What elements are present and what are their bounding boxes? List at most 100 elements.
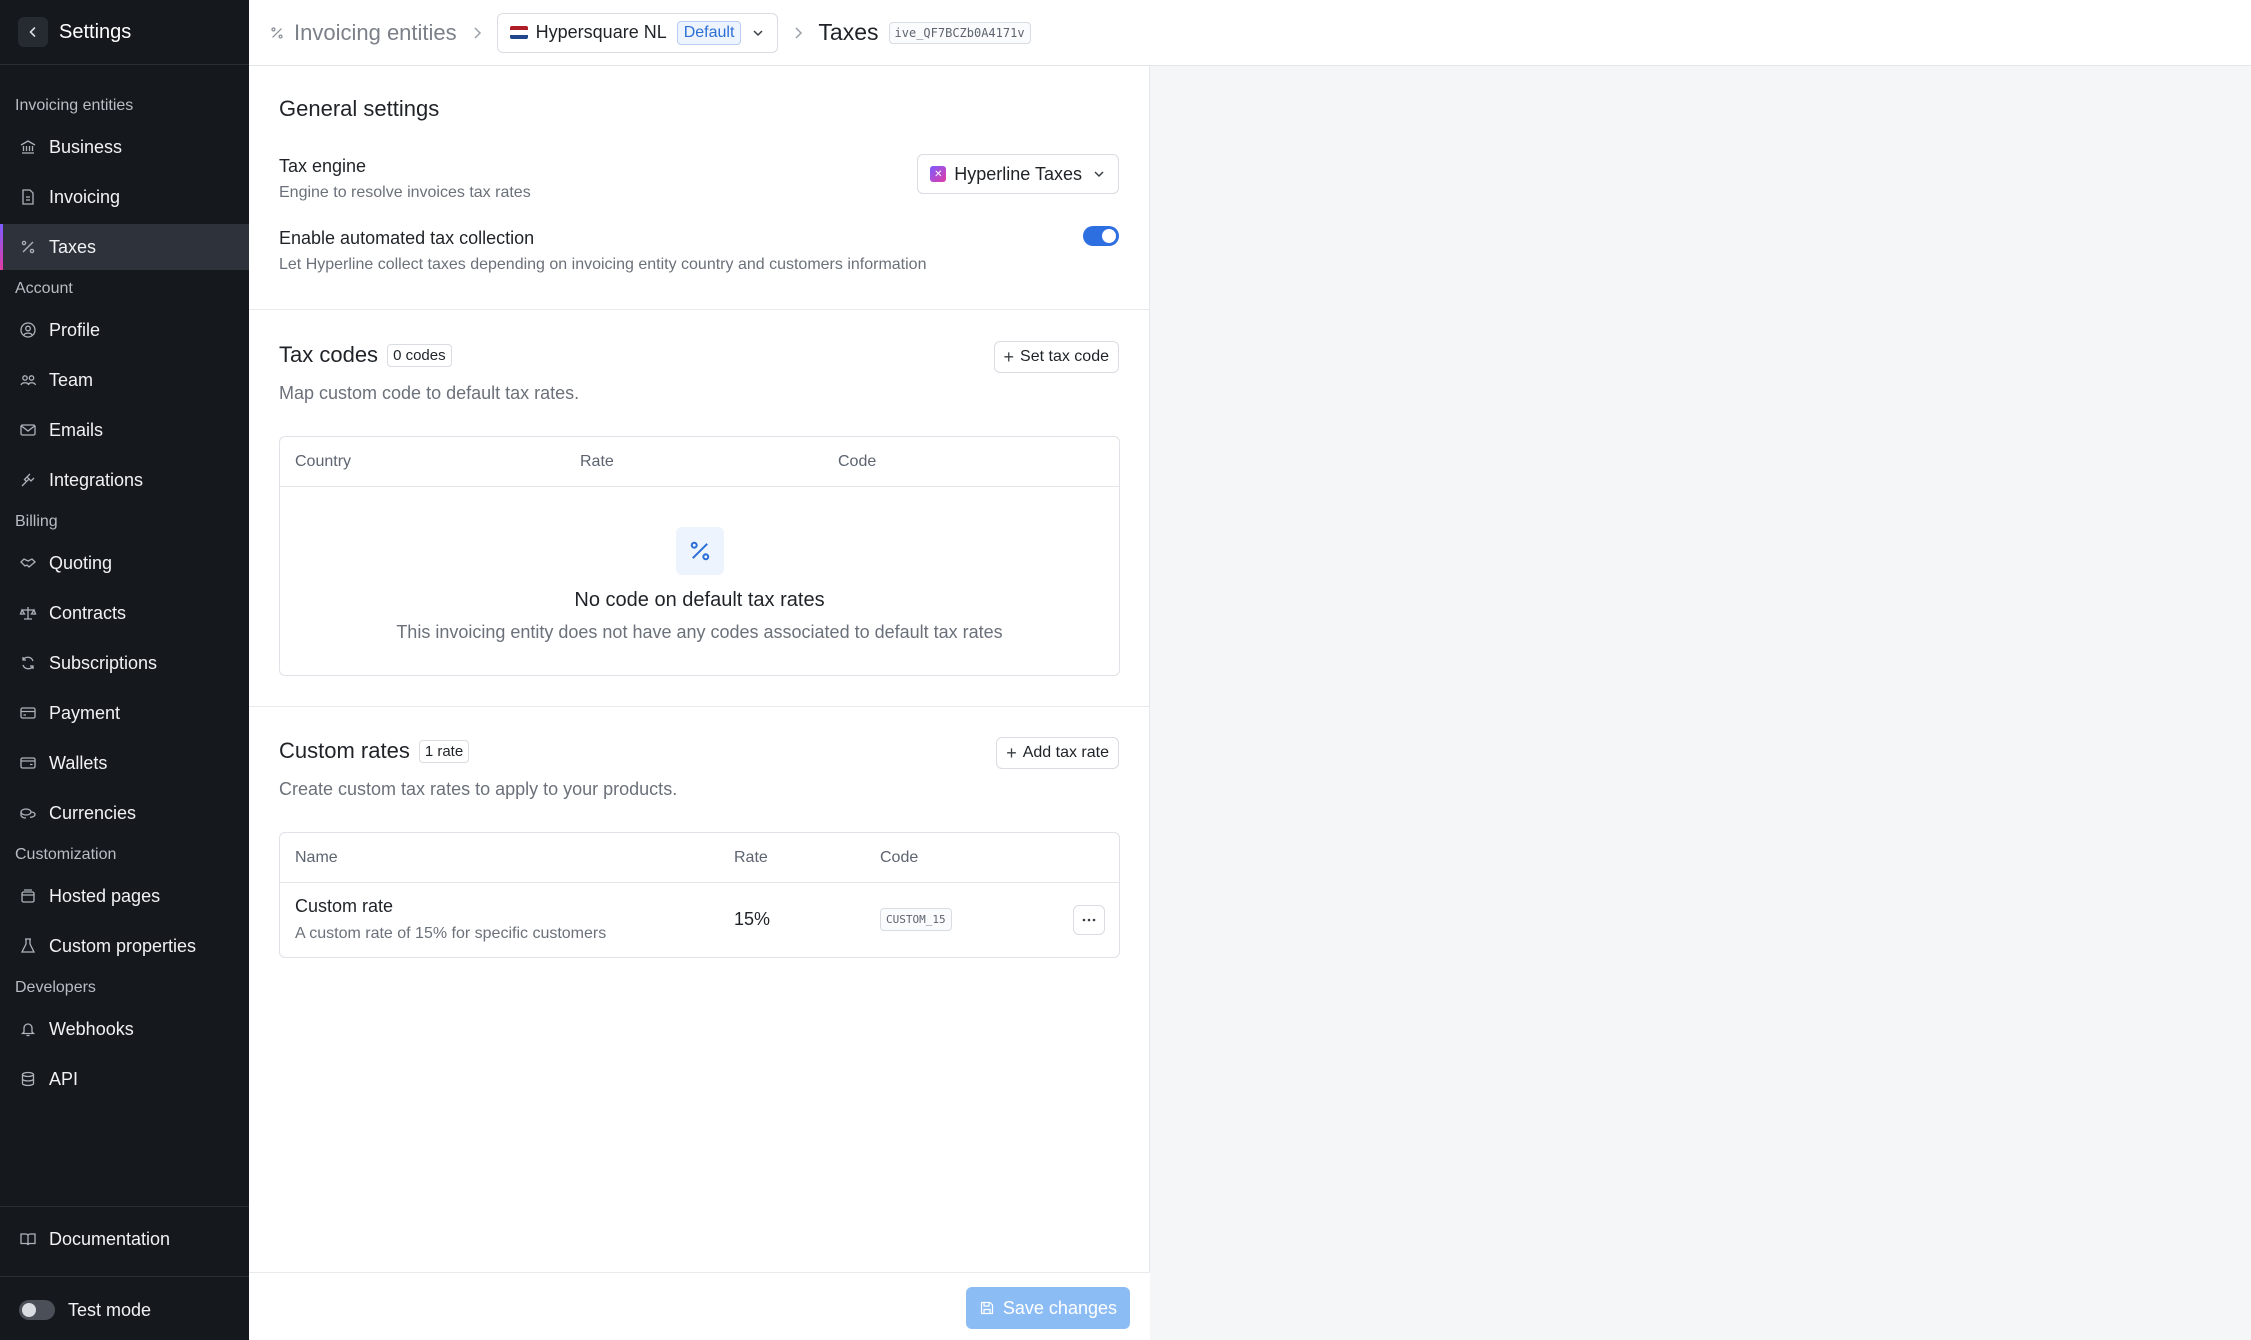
test-mode-row[interactable]: Test mode (0, 1287, 249, 1333)
sidebar-item-label: Documentation (49, 1228, 171, 1249)
plug-icon (19, 471, 37, 489)
test-mode-label: Test mode (68, 1299, 152, 1320)
save-changes-label: Save changes (1002, 1297, 1117, 1318)
empty-state-description: This invoicing entity does not have any … (396, 622, 1003, 642)
sidebar-section-billing: Billing (15, 513, 58, 530)
rate-code-chip: CUSTOM_15 (880, 908, 952, 931)
card-icon (19, 704, 37, 722)
sidebar-item-emails[interactable]: Emails (0, 407, 249, 453)
sidebar-item-label: Quoting (49, 552, 113, 573)
sidebar-item-label: Business (49, 136, 123, 157)
sidebar-section-customization: Customization (15, 846, 117, 863)
sidebar-item-payment[interactable]: Payment (0, 690, 249, 736)
automated-tax-toggle[interactable] (1083, 226, 1119, 246)
bell-icon (19, 1020, 37, 1038)
sidebar-item-documentation[interactable]: Documentation (0, 1216, 249, 1262)
chevron-down-icon (1094, 171, 1104, 178)
sidebar-item-profile[interactable]: Profile (0, 307, 249, 353)
add-tax-rate-button[interactable]: + Add tax rate (996, 737, 1119, 769)
sidebar: Settings Invoicing entities Business Inv… (0, 0, 249, 1340)
handshake-icon (19, 554, 37, 572)
tax-codes-table-header: Country Rate Code (280, 437, 1119, 487)
custom-rates-count-badge: 1 rate (418, 739, 470, 763)
plus-icon: + (1006, 742, 1017, 763)
sidebar-item-business[interactable]: Business (0, 124, 249, 170)
column-header-code: Code (838, 453, 877, 470)
custom-rates-table: Name Rate Code Custom rate A custom rate… (279, 832, 1120, 958)
add-tax-rate-label: Add tax rate (1022, 744, 1109, 761)
chevron-right-icon (471, 26, 483, 40)
entity-selector[interactable]: Hypersquare NL Default (496, 12, 779, 53)
top-bar: Invoicing entities Hypersquare NL Defaul… (249, 0, 2251, 66)
automated-tax-label: Enable automated tax collection (279, 228, 535, 248)
breadcrumb-root-label: Invoicing entities (294, 19, 457, 45)
general-settings-title: General settings (279, 96, 440, 121)
column-header-country: Country (295, 453, 352, 470)
test-mode-toggle[interactable] (19, 1300, 55, 1320)
sidebar-item-invoicing[interactable]: Invoicing (0, 174, 249, 220)
sidebar-item-team[interactable]: Team (0, 357, 249, 403)
sidebar-item-label: Hosted pages (49, 885, 161, 906)
bank-icon (19, 138, 37, 156)
sidebar-item-label: Payment (49, 702, 121, 723)
empty-state-title: No code on default tax rates (574, 589, 825, 611)
sidebar-item-label: Taxes (49, 236, 97, 257)
sidebar-item-label: API (49, 1068, 79, 1089)
sidebar-divider (0, 1206, 249, 1207)
row-actions-button[interactable] (1073, 905, 1105, 935)
sidebar-item-contracts[interactable]: Contracts (0, 590, 249, 636)
tax-engine-description: Engine to resolve invoices tax rates (279, 184, 531, 201)
sidebar-item-label: Custom properties (49, 935, 197, 956)
sidebar-item-label: Contracts (49, 602, 127, 623)
tax-codes-table: Country Rate Code No code on default tax… (279, 436, 1120, 676)
save-icon (979, 1300, 995, 1316)
sidebar-item-quoting[interactable]: Quoting (0, 540, 249, 586)
section-divider (249, 706, 1150, 707)
sidebar-item-label: Currencies (49, 802, 137, 823)
sidebar-item-label: Subscriptions (49, 652, 158, 673)
sidebar-item-label: Webhooks (49, 1018, 134, 1039)
rate-value: 15% (734, 909, 771, 929)
breadcrumb-root[interactable]: Invoicing entities (269, 20, 457, 46)
sidebar-item-integrations[interactable]: Integrations (0, 457, 249, 503)
save-changes-button[interactable]: Save changes (965, 1287, 1130, 1329)
percent-icon (19, 238, 37, 256)
tax-engine-value: Hyperline Taxes (954, 163, 1082, 184)
sidebar-item-subscriptions[interactable]: Subscriptions (0, 640, 249, 686)
custom-rates-title-text: Custom rates (279, 738, 410, 763)
entity-name: Hypersquare NL (535, 22, 667, 42)
sidebar-item-hosted-pages[interactable]: Hosted pages (0, 873, 249, 919)
refresh-icon (19, 654, 37, 672)
more-horizontal-icon (1082, 918, 1096, 922)
chevron-down-icon (753, 29, 763, 36)
set-tax-code-label: Set tax code (1020, 348, 1109, 365)
entity-id-chip[interactable]: ive_QF7BCZb0A4171v (888, 21, 1031, 44)
sidebar-item-label: Wallets (49, 752, 108, 773)
sidebar-item-api[interactable]: API (0, 1056, 249, 1102)
panel-footer: Save changes (249, 1272, 1150, 1340)
set-tax-code-button[interactable]: + Set tax code (993, 341, 1119, 373)
sidebar-section-account: Account (15, 280, 73, 297)
coins-icon (19, 804, 37, 822)
tax-engine-select[interactable]: ✕ Hyperline Taxes (917, 154, 1119, 194)
netherlands-flag-icon (509, 26, 528, 39)
tax-engine-label: Tax engine (279, 156, 367, 176)
section-divider (249, 309, 1150, 310)
detail-pane-empty (1151, 66, 2251, 1340)
sidebar-item-currencies[interactable]: Currencies (0, 790, 249, 836)
scale-icon (19, 604, 37, 622)
breadcrumb-current: Taxes (818, 19, 879, 45)
sidebar-item-custom-properties[interactable]: Custom properties (0, 923, 249, 969)
sidebar-item-webhooks[interactable]: Webhooks (0, 1006, 249, 1052)
sidebar-item-taxes[interactable]: Taxes (0, 224, 249, 270)
automated-tax-description: Let Hyperline collect taxes depending on… (279, 256, 927, 273)
wallet-icon (19, 754, 37, 772)
tax-codes-description: Map custom code to default tax rates. (279, 383, 580, 403)
table-row[interactable]: Custom rate A custom rate of 15% for spe… (280, 883, 1119, 957)
custom-rates-table-header: Name Rate Code (280, 833, 1119, 883)
back-button[interactable] (18, 17, 48, 47)
hyperline-logo-icon: ✕ (930, 166, 947, 182)
chevron-left-icon (29, 27, 36, 37)
flask-icon (19, 937, 37, 955)
sidebar-item-wallets[interactable]: Wallets (0, 740, 249, 786)
